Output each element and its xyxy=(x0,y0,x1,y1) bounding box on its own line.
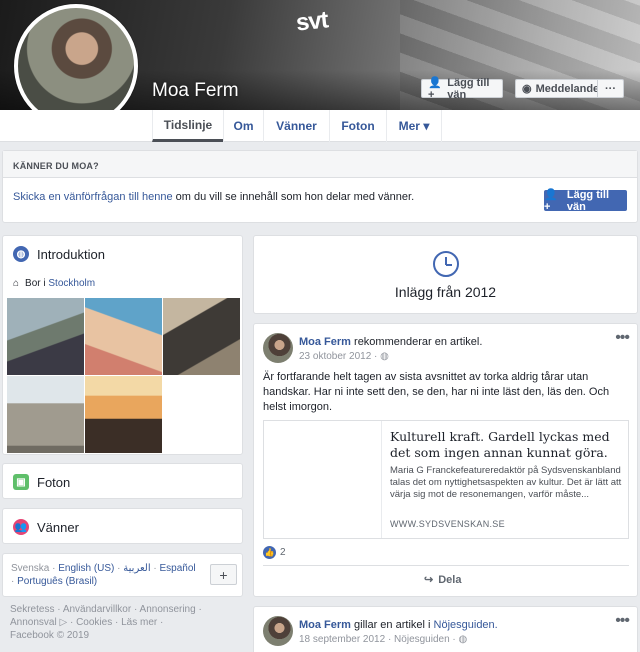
post-author-link[interactable]: Moa Ferm xyxy=(299,336,351,348)
lives-in-row: ⌂ Bor i Stockholm xyxy=(13,278,95,289)
article-image xyxy=(264,421,382,538)
language-card: Svenska · English (US) · العربية · Españ… xyxy=(2,553,243,597)
friends-title: Vänner xyxy=(37,519,79,535)
globe-icon: ◍ xyxy=(380,351,389,362)
post-group-link[interactable]: Nöjesguiden. xyxy=(434,619,498,631)
footer-link[interactable]: Läs mer xyxy=(121,617,157,628)
footer-link[interactable]: Cookies xyxy=(76,617,112,628)
footer-link[interactable]: Användarvillkor xyxy=(63,604,131,615)
clock-icon xyxy=(433,251,459,277)
message-label: Meddelande xyxy=(535,82,600,95)
more-options-button[interactable]: ··· xyxy=(597,79,624,98)
add-friend-icon: 👤+ xyxy=(428,77,442,101)
home-icon: ⌂ xyxy=(13,278,20,289)
post-meta: 23 oktober 2012 · ◍ xyxy=(299,351,389,362)
photo-icon: ▣ xyxy=(13,474,29,490)
language-current: Svenska xyxy=(11,563,50,574)
footer-link[interactable]: Sekretess xyxy=(10,604,54,615)
share-icon: ↪ xyxy=(424,574,434,586)
friend-request-card: KÄNNER DU MOA? Skicka en vänförfrågan ti… xyxy=(2,150,638,223)
post-options-icon[interactable]: ••• xyxy=(615,329,630,347)
cover-logo-text: svt xyxy=(294,6,329,37)
post-meta: 18 september 2012 · Nöjesguiden · ◍ xyxy=(299,634,467,645)
post-date-link[interactable]: 23 oktober 2012 xyxy=(299,351,371,362)
footer-links: Sekretess · Användarvillkor · Annonserin… xyxy=(10,604,202,641)
tab-about[interactable]: Om xyxy=(223,110,263,142)
intro-card: ◍ Introduktion ⌂ Bor i Stockholm xyxy=(2,235,243,455)
photos-card[interactable]: ▣ Foton xyxy=(2,463,243,499)
post-text: Är fortfarande helt tagen av sista avsni… xyxy=(263,371,610,413)
language-list: Svenska · English (US) · العربية · Españ… xyxy=(11,563,196,587)
featured-photo[interactable] xyxy=(163,298,240,375)
featured-photo[interactable] xyxy=(7,298,84,375)
featured-photo[interactable] xyxy=(7,376,84,453)
tab-friends[interactable]: Vänner xyxy=(263,110,329,142)
globe-icon: ◍ xyxy=(458,634,468,645)
featured-photo[interactable] xyxy=(85,298,162,375)
add-friend-button[interactable]: 👤+ Lägg till vän xyxy=(421,76,503,101)
send-friend-request-link[interactable]: Skicka en vänförfrågan till henne xyxy=(13,191,173,203)
friend-request-suffix: om du vill se innehåll som hon delar med… xyxy=(172,191,415,203)
add-friend-primary-label: Lägg till vän xyxy=(566,188,610,213)
post-options-icon[interactable]: ••• xyxy=(615,612,630,630)
lives-in-city-link[interactable]: Stockholm xyxy=(48,278,95,289)
share-button[interactable]: ↪ Dela xyxy=(424,573,462,587)
friend-request-text: Skicka en vänförfrågan till henne om du … xyxy=(13,191,414,203)
post-header: Moa Ferm rekommenderar en artikel. xyxy=(299,336,482,348)
divider xyxy=(263,565,629,566)
add-friend-primary-button[interactable]: 👤+ Lägg till vän xyxy=(544,188,627,213)
friends-icon: 👥 xyxy=(13,519,29,535)
footer-copyright: Facebook © 2019 xyxy=(10,630,90,641)
post-header: Moa Ferm gillar en artikel i Nöjesguiden… xyxy=(299,619,498,631)
profile-name[interactable]: Moa Ferm xyxy=(152,80,239,102)
featured-photo[interactable] xyxy=(85,376,162,453)
photos-header: ▣ Foton xyxy=(13,474,70,490)
tab-timeline[interactable]: Tidslinje xyxy=(152,110,223,142)
profile-nav: Tidslinje Om Vänner Foton Mer ▾ xyxy=(0,110,640,142)
reaction-count: 2 xyxy=(280,547,286,558)
add-friend-label: Lägg till vän xyxy=(447,76,490,101)
message-button[interactable]: ◉ Meddelande xyxy=(515,79,600,98)
messenger-icon: ◉ xyxy=(522,83,532,95)
lives-in-prefix: Bor i xyxy=(25,278,49,289)
article-description: Maria G Franckefeatureredaktör på Sydsve… xyxy=(390,465,622,500)
friends-header: 👥 Vänner xyxy=(13,519,79,535)
like-icon: 👍 xyxy=(263,546,276,559)
photos-title: Foton xyxy=(37,474,71,490)
avatar[interactable] xyxy=(263,333,293,363)
avatar[interactable] xyxy=(263,616,293,646)
post-author-link[interactable]: Moa Ferm xyxy=(299,619,351,631)
post: Moa Ferm gillar en artikel i Nöjesguiden… xyxy=(253,606,638,652)
timeline-year-label: Inlägg från 2012 xyxy=(394,284,497,300)
tab-photos[interactable]: Foton xyxy=(329,110,386,142)
friends-card[interactable]: 👥 Vänner xyxy=(2,508,243,544)
friend-request-header: KÄNNER DU MOA? xyxy=(3,151,637,178)
post: Moa Ferm rekommenderar en artikel. 23 ok… xyxy=(253,323,638,597)
article-domain: WWW.SYDSVENSKAN.SE xyxy=(390,519,505,529)
post-meta-source: · Nöjesguiden · xyxy=(385,634,459,645)
globe-icon: ◍ xyxy=(13,246,29,262)
intro-title: Introduktion xyxy=(37,246,105,262)
language-option[interactable]: Español xyxy=(160,563,196,574)
tab-more[interactable]: Mer ▾ xyxy=(386,110,442,142)
article-link-card[interactable]: Kulturell kraft. Gardell lyckas med det … xyxy=(263,420,629,539)
post-date-link[interactable]: 18 september 2012 xyxy=(299,634,385,645)
add-friend-icon: 👤+ xyxy=(544,189,558,213)
language-option[interactable]: العربية xyxy=(123,563,150,574)
post-action: rekommenderar en artikel. xyxy=(350,336,483,348)
language-option[interactable]: Português (Brasil) xyxy=(17,576,97,587)
article-title: Kulturell kraft. Gardell lyckas med det … xyxy=(390,429,610,460)
timeline-year-card[interactable]: Inlägg från 2012 xyxy=(253,235,638,314)
reactions-summary[interactable]: 👍 2 xyxy=(263,546,286,559)
more-languages-button[interactable]: + xyxy=(210,564,237,585)
footer-link[interactable]: Annonsval ▷ xyxy=(10,617,67,628)
language-option[interactable]: English (US) xyxy=(58,563,114,574)
share-label: Dela xyxy=(438,573,462,586)
post-action: gillar en artikel i xyxy=(350,619,434,631)
intro-header: ◍ Introduktion xyxy=(13,246,105,262)
footer-link[interactable]: Annonsering xyxy=(140,604,196,615)
